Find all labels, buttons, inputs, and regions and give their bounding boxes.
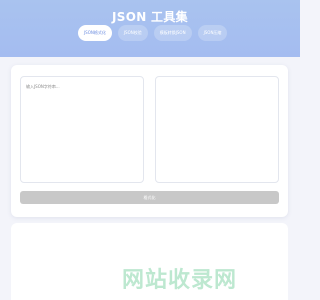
watermark-logo: 网站收录网 bbox=[122, 268, 238, 293]
json-output[interactable] bbox=[156, 77, 278, 182]
page-title: JSON 工具集 bbox=[112, 10, 188, 24]
app-header: JSON 工具集 JSON格式化 JSON校验 模板转换JSON JSON压缩 bbox=[0, 0, 300, 57]
editor-card: 格式化 bbox=[11, 65, 288, 217]
tab-json-validate[interactable]: JSON校验 bbox=[117, 25, 148, 41]
output-panel bbox=[155, 76, 279, 183]
input-panel bbox=[20, 76, 144, 183]
tab-json-format[interactable]: JSON格式化 bbox=[78, 25, 112, 41]
json-input[interactable] bbox=[21, 77, 143, 182]
format-button[interactable]: 格式化 bbox=[20, 191, 279, 204]
tab-json-compress[interactable]: JSON压缩 bbox=[197, 25, 228, 41]
tab-template-to-json[interactable]: 模板转换JSON bbox=[153, 25, 192, 41]
tab-bar: JSON格式化 JSON校验 模板转换JSON JSON压缩 bbox=[78, 25, 228, 41]
